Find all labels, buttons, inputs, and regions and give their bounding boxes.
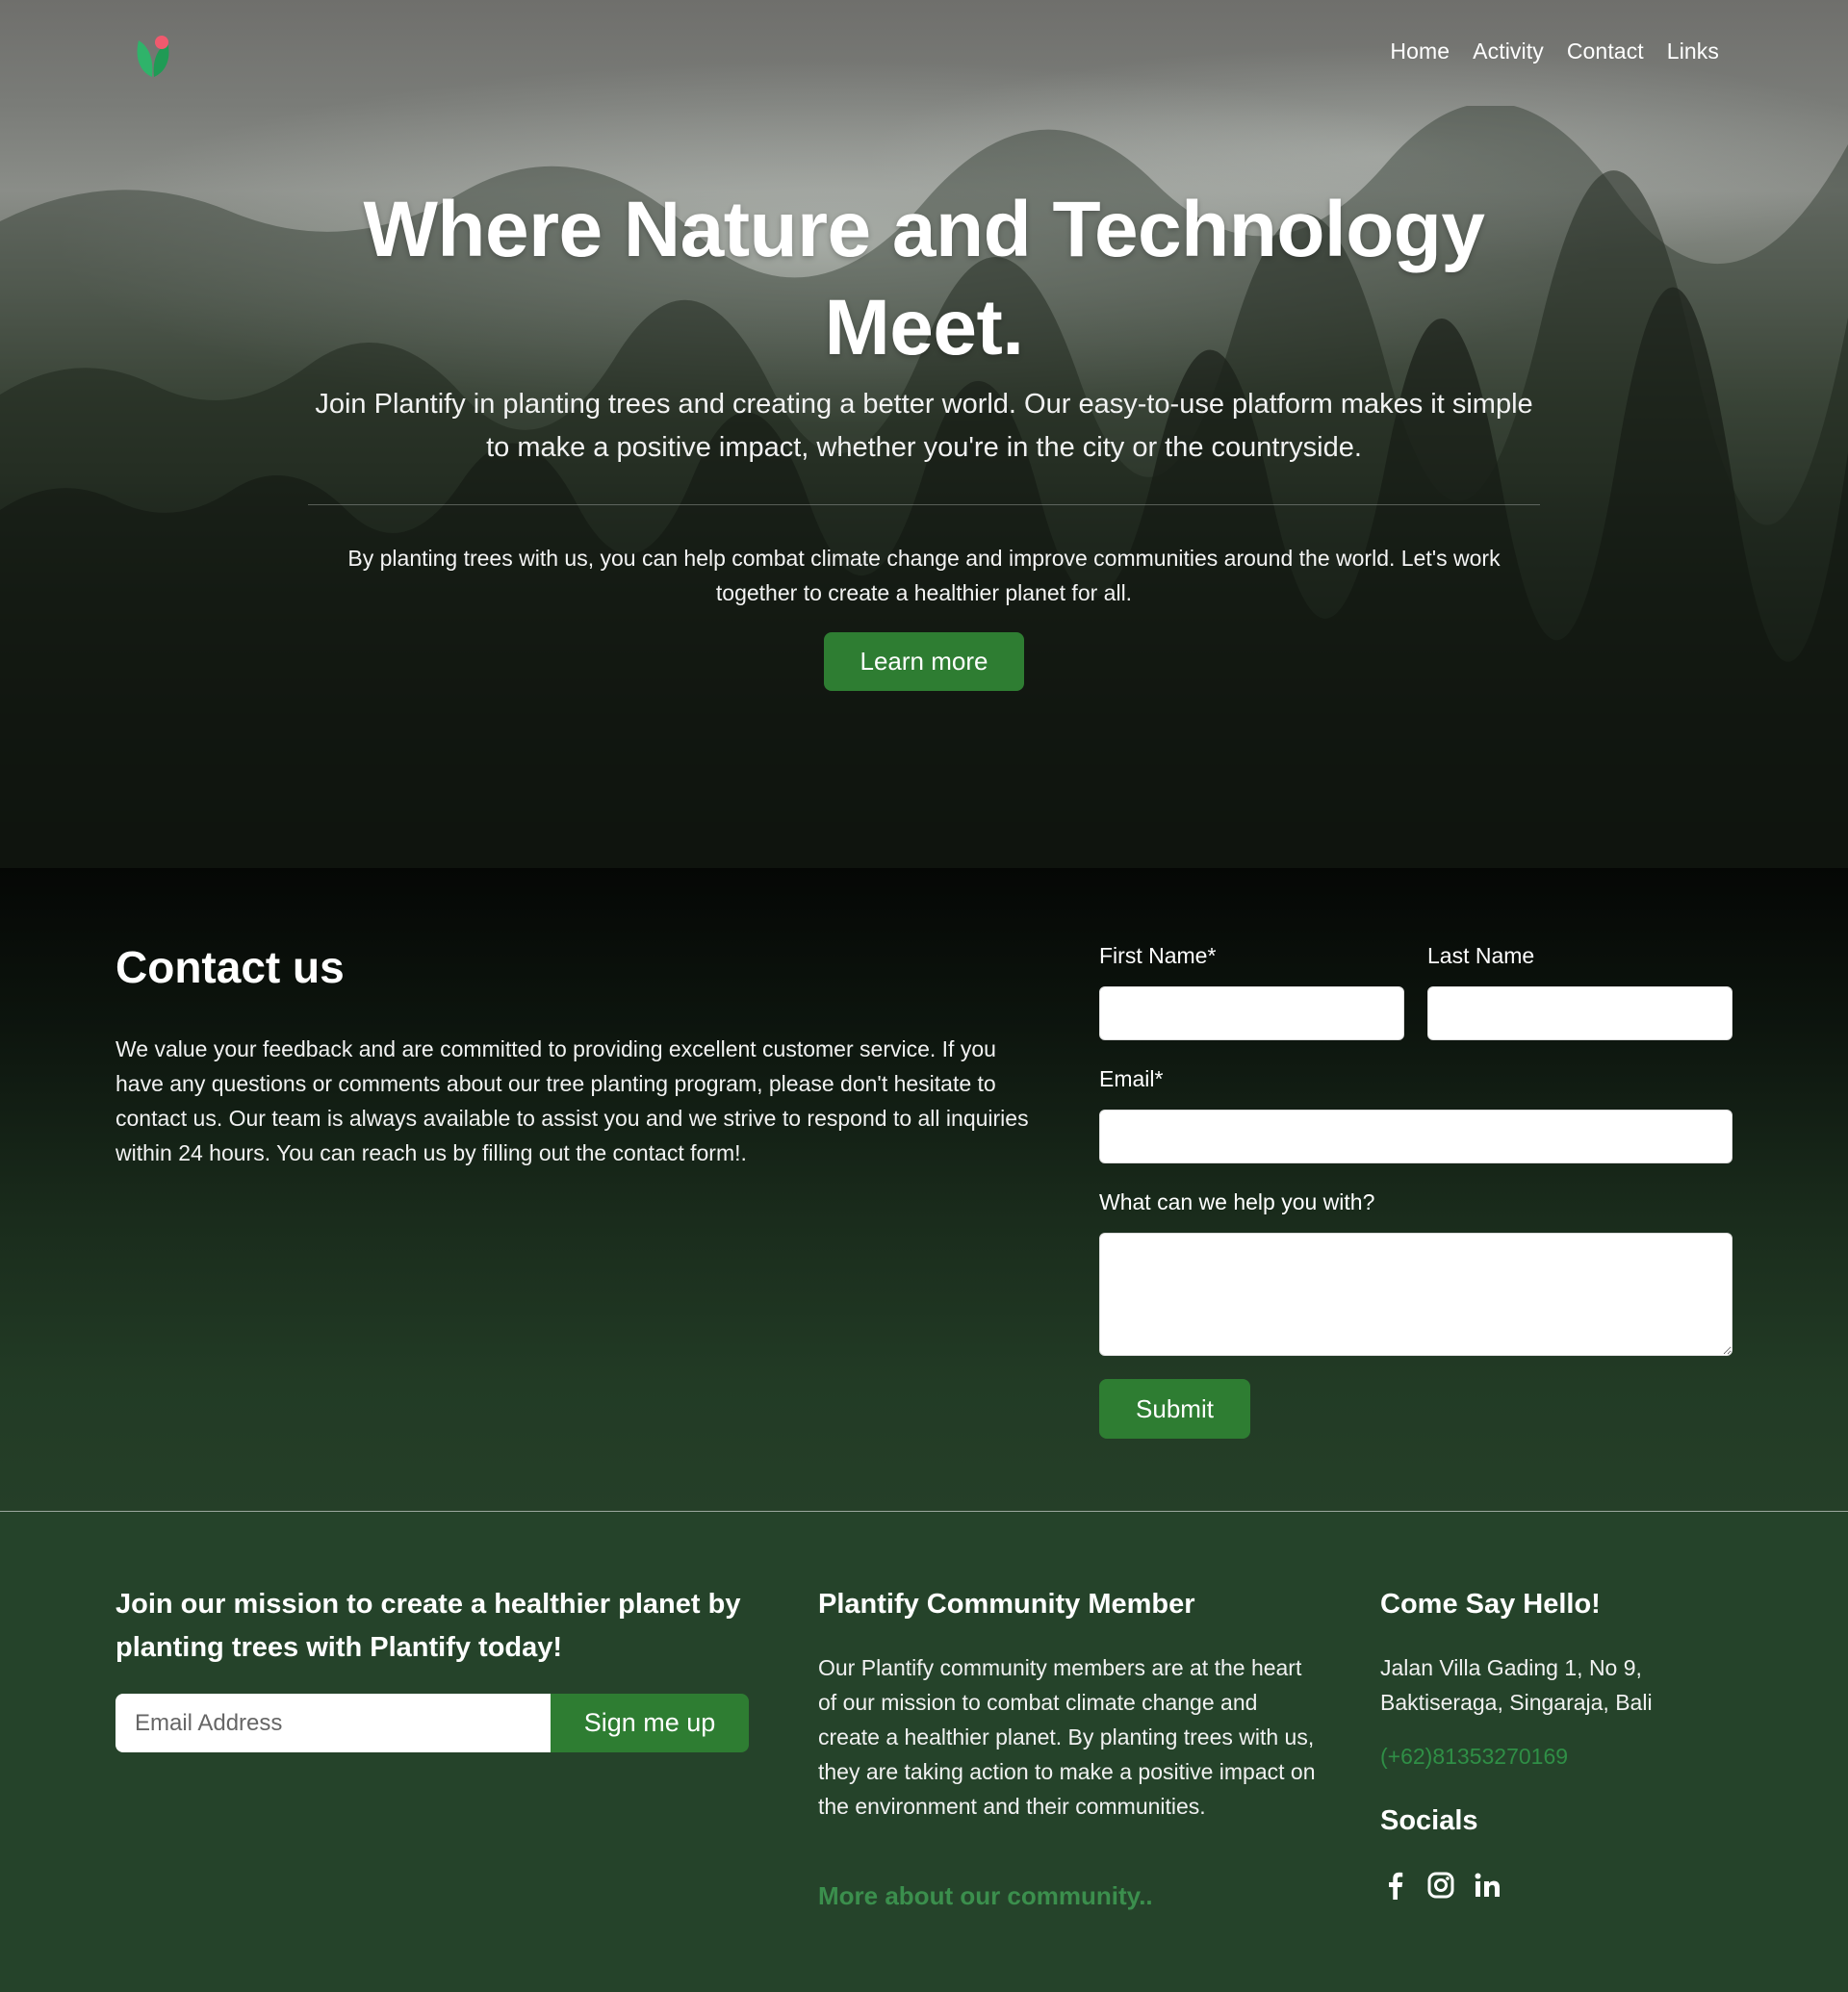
nav-links-link[interactable]: Links — [1667, 38, 1719, 64]
mission-title: Join our mission to create a healthier p… — [116, 1589, 741, 1663]
newsletter-email-input[interactable] — [116, 1694, 551, 1752]
contact-heading: Contact us — [116, 942, 345, 992]
hello-title: Come Say Hello! — [1380, 1589, 1601, 1620]
nav-links: Home Activity Contact Links — [1390, 38, 1719, 64]
first-name-input[interactable] — [1099, 986, 1404, 1040]
hero-title: Where Nature and Technology Meet. — [363, 186, 1485, 371]
nav-home-link[interactable]: Home — [1390, 38, 1450, 64]
facebook-icon[interactable] — [1380, 1871, 1409, 1900]
submit-button[interactable]: Submit — [1099, 1379, 1250, 1439]
hero-lead: Join Plantify in planting trees and crea… — [315, 389, 1533, 463]
nav-activity-link[interactable]: Activity — [1473, 38, 1544, 64]
message-label: What can we help you with? — [1099, 1189, 1375, 1214]
linkedin-icon[interactable] — [1473, 1871, 1502, 1900]
hero-section: Home Activity Contact Links Where Nature… — [0, 0, 1848, 868]
sign-up-button[interactable]: Sign me up — [551, 1694, 749, 1752]
email-label: Email* — [1099, 1066, 1164, 1091]
email-input[interactable] — [1099, 1110, 1732, 1163]
phone-link[interactable]: (+62)81353270169 — [1380, 1744, 1568, 1770]
last-name-input[interactable] — [1427, 986, 1732, 1040]
plantify-logo-icon[interactable] — [133, 33, 175, 79]
community-link[interactable]: More about our community.. — [818, 1881, 1153, 1911]
social-links — [1380, 1871, 1502, 1900]
last-name-label: Last Name — [1427, 943, 1535, 968]
message-textarea[interactable] — [1099, 1233, 1732, 1356]
top-navbar: Home Activity Contact Links — [0, 0, 1848, 108]
first-name-label: First Name* — [1099, 943, 1217, 968]
nav-contact-link[interactable]: Contact — [1567, 38, 1644, 64]
hero-divider — [308, 504, 1540, 505]
instagram-icon[interactable] — [1426, 1871, 1455, 1900]
contact-description: We value your feedback and are committed… — [116, 1036, 1029, 1165]
address-text: Jalan Villa Gading 1, No 9, Baktiseraga,… — [1380, 1655, 1653, 1715]
community-text: Our Plantify community members are at th… — [818, 1655, 1316, 1819]
hero-subtext: By planting trees with us, you can help … — [347, 546, 1501, 605]
socials-title: Socials — [1380, 1805, 1478, 1836]
learn-more-button[interactable]: Learn more — [824, 632, 1024, 691]
community-title: Plantify Community Member — [818, 1589, 1195, 1620]
